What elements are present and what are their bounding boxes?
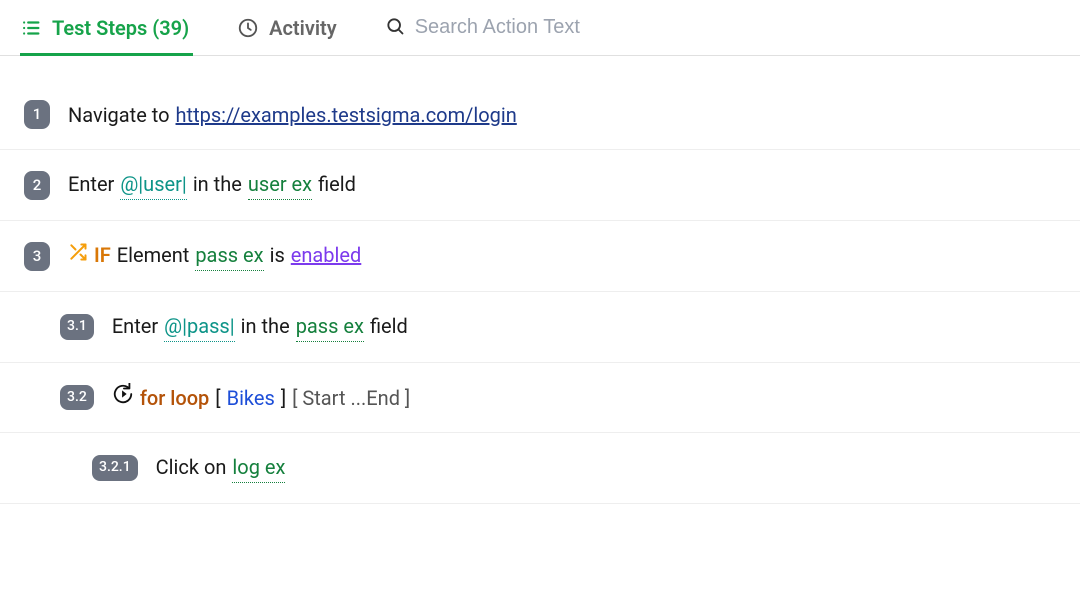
step-row[interactable]: 3 IFElementpass exisenabled: [0, 221, 1080, 292]
element-user-ex[interactable]: user ex: [248, 170, 312, 200]
step-text: is: [270, 241, 285, 269]
clock-icon: [237, 17, 259, 39]
step-row[interactable]: 3.2 for loop[Bikes] [ Start ...End ]: [0, 363, 1080, 433]
step-row[interactable]: 2 Enter@|user|in theuser exfield: [0, 150, 1080, 221]
loop-icon: [112, 383, 134, 405]
step-text: [ Start ...End ]: [292, 384, 410, 412]
step-number-badge: 1: [24, 100, 50, 129]
step-number-badge: 3: [24, 242, 50, 271]
variable-user[interactable]: @|user|: [120, 170, 186, 200]
element-log-ex[interactable]: log ex: [232, 453, 285, 483]
tab-test-steps-label: Test Steps (39): [52, 16, 189, 40]
step-text: [: [215, 384, 220, 412]
variable-pass[interactable]: @|pass|: [164, 312, 234, 342]
steps-container: 1 Navigate tohttps://examples.testsigma.c…: [0, 56, 1080, 504]
step-text: field: [318, 170, 356, 198]
step-text: Navigate to: [68, 101, 170, 129]
shuffle-icon: [68, 242, 88, 262]
step-text: IF: [94, 241, 111, 269]
step-text: ]: [281, 384, 286, 412]
step-text: Enter: [68, 170, 114, 198]
loop-data-bikes[interactable]: Bikes: [227, 384, 275, 412]
element-pass-ex[interactable]: pass ex: [195, 241, 263, 271]
step-text: field: [370, 312, 408, 340]
element-pass-ex[interactable]: pass ex: [296, 312, 364, 342]
search-icon: [385, 16, 405, 40]
step-content: Navigate tohttps://examples.testsigma.co…: [68, 101, 517, 129]
step-content: IFElementpass exisenabled: [68, 241, 361, 271]
step-text: for loop: [140, 384, 209, 412]
step-number-badge: 3.1: [60, 314, 94, 340]
step-text: in the: [193, 170, 242, 198]
step-text: in the: [241, 312, 290, 340]
tab-activity[interactable]: Activity: [237, 0, 337, 55]
condition-enabled[interactable]: enabled: [291, 241, 362, 269]
step-text: Element: [117, 241, 190, 269]
tab-test-steps[interactable]: Test Steps (39): [20, 0, 189, 55]
step-row[interactable]: 1 Navigate tohttps://examples.testsigma.c…: [0, 80, 1080, 150]
step-row[interactable]: 3.2.1 Click onlog ex: [0, 433, 1080, 504]
step-content: Click onlog ex: [156, 453, 286, 483]
step-text: Enter: [112, 312, 158, 340]
tab-activity-label: Activity: [269, 16, 337, 40]
step-content: Enter@|pass|in thepass exfield: [112, 312, 408, 342]
step-number-badge: 3.2.1: [92, 455, 138, 481]
step-text: Click on: [156, 453, 227, 481]
step-number-badge: 2: [24, 171, 50, 200]
url-link[interactable]: https://examples.testsigma.com/login: [176, 101, 517, 129]
step-content: for loop[Bikes] [ Start ...End ]: [112, 383, 410, 412]
tabs-bar: Test Steps (39) Activity: [0, 0, 1080, 56]
list-icon: [20, 17, 42, 39]
step-content: Enter@|user|in theuser exfield: [68, 170, 356, 200]
step-number-badge: 3.2: [60, 385, 94, 411]
search-wrap: [385, 16, 805, 40]
step-row[interactable]: 3.1 Enter@|pass|in thepass exfield: [0, 292, 1080, 363]
search-input[interactable]: [415, 16, 805, 39]
